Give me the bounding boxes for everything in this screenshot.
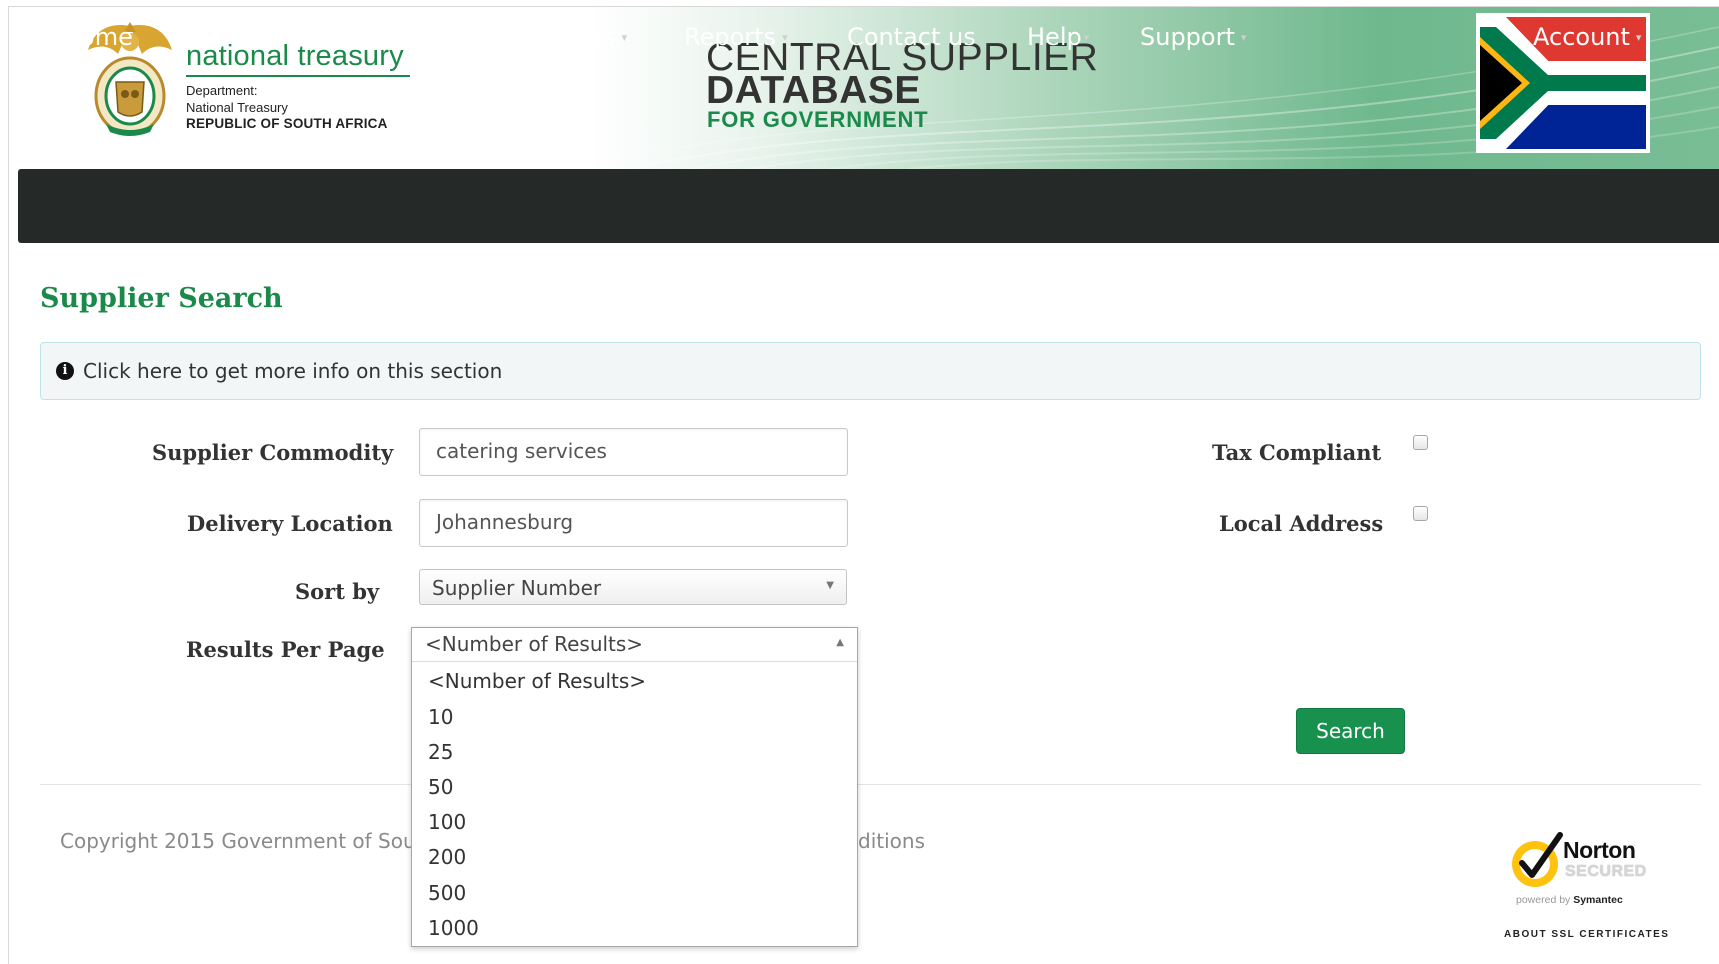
dept-title-underline xyxy=(186,75,410,77)
local-address-checkbox[interactable] xyxy=(1413,506,1428,521)
footer-divider xyxy=(40,784,1701,785)
about-ssl-certificates-link[interactable]: ABOUT SSL CERTIFICATES xyxy=(1504,929,1669,940)
dropdown-option[interactable]: 1000 xyxy=(428,916,479,940)
dropdown-option[interactable]: <Number of Results> xyxy=(428,669,646,693)
supplier-commodity-label: Supplier Commodity xyxy=(152,440,394,465)
dropdown-option[interactable]: 50 xyxy=(428,775,453,799)
dropdown-option[interactable]: 100 xyxy=(428,810,466,834)
nav-support-label: Support xyxy=(1140,23,1235,51)
nav-help[interactable]: Help ▾ xyxy=(1027,0,1089,74)
dropdown-option[interactable]: 200 xyxy=(428,845,466,869)
nav-contact-us[interactable]: Contact us xyxy=(847,0,976,74)
results-per-page-label: Results Per Page xyxy=(186,637,385,662)
norton-powered-by-brand: Symantec xyxy=(1573,894,1623,906)
info-circle-icon: i xyxy=(56,362,74,380)
nav-home[interactable]: Home xyxy=(62,0,133,74)
dept-line-department: Department: xyxy=(186,83,258,98)
results-per-page-select[interactable]: <Number of Results> ▲ xyxy=(412,628,857,662)
chevron-down-icon: ▾ xyxy=(1635,31,1642,44)
results-per-page-dropdown[interactable]: <Number of Results> ▲ <Number of Results… xyxy=(411,627,858,947)
chevron-up-icon: ▲ xyxy=(836,637,844,648)
chevron-down-icon: ▾ xyxy=(621,31,628,44)
nav-search-label: Search xyxy=(179,23,262,51)
nav-search[interactable]: Search xyxy=(179,0,261,74)
dropdown-option[interactable]: 500 xyxy=(428,881,466,905)
sort-by-label: Sort by xyxy=(295,579,380,604)
info-banner[interactable]: i Click here to get more info on this se… xyxy=(40,342,1701,400)
page-title: Supplier Search xyxy=(40,283,283,314)
nav-reports[interactable]: Reports ▾ xyxy=(684,0,788,74)
sort-by-select[interactable]: Supplier Number ▼ xyxy=(419,569,847,605)
norton-secured-text: SECURED xyxy=(1565,863,1647,880)
norton-powered-by: powered by Symantec xyxy=(1516,894,1623,906)
dept-line-rsa: REPUBLIC OF SOUTH AFRICA xyxy=(186,116,388,131)
dept-line-national-treasury: National Treasury xyxy=(186,100,288,115)
norton-check-icon xyxy=(1512,832,1563,887)
chevron-down-icon: ▾ xyxy=(1083,31,1090,44)
dropdown-option[interactable]: 25 xyxy=(428,740,453,764)
delivery-location-label: Delivery Location xyxy=(187,511,393,536)
chevron-down-icon: ▾ xyxy=(782,31,788,44)
delivery-location-input[interactable]: Johannesburg xyxy=(419,499,848,547)
norton-powered-by-text: powered by xyxy=(1516,894,1571,906)
search-button[interactable]: Search xyxy=(1296,708,1405,754)
nav-help-label: Help xyxy=(1027,23,1082,51)
chevron-down-icon: ▾ xyxy=(1240,31,1247,44)
nav-supplier-details-label: Supplier Details xyxy=(310,23,500,51)
nav-reports-label: Reports xyxy=(684,23,777,51)
nav-home-label: Home xyxy=(62,23,133,51)
nav-account-label: Account xyxy=(1533,23,1630,51)
terms-link-partial[interactable]: ditions xyxy=(858,829,925,853)
local-address-label: Local Address xyxy=(1219,511,1384,536)
copyright-text: Copyright 2015 Government of Sou xyxy=(60,829,416,853)
main-navbar xyxy=(18,169,1719,243)
tax-compliant-checkbox[interactable] xyxy=(1413,435,1428,450)
info-banner-text: Click here to get more info on this sect… xyxy=(83,359,503,383)
nav-support[interactable]: Support ▾ xyxy=(1140,0,1246,74)
chevron-down-icon: ▼ xyxy=(826,580,834,591)
nav-supplier-details[interactable]: Supplier Details xyxy=(310,0,500,74)
norton-name: Norton xyxy=(1563,837,1636,863)
nav-account[interactable]: Account ▾ xyxy=(1533,0,1641,74)
nav-links-label: Links xyxy=(554,23,616,51)
results-per-page-selected-value: <Number of Results> xyxy=(425,632,644,656)
supplier-commodity-input[interactable]: catering services xyxy=(419,428,848,476)
csd-title-line3: FOR GOVERNMENT xyxy=(707,107,929,132)
nav-links[interactable]: Links ▾ xyxy=(554,0,627,74)
dropdown-option[interactable]: 10 xyxy=(428,705,453,729)
sort-by-selected-value: Supplier Number xyxy=(432,576,602,600)
nav-contact-us-label: Contact us xyxy=(847,23,976,51)
norton-secured-badge[interactable]: Norton SECURED powered by Symantec xyxy=(1506,823,1666,923)
tax-compliant-label: Tax Compliant xyxy=(1212,440,1382,465)
